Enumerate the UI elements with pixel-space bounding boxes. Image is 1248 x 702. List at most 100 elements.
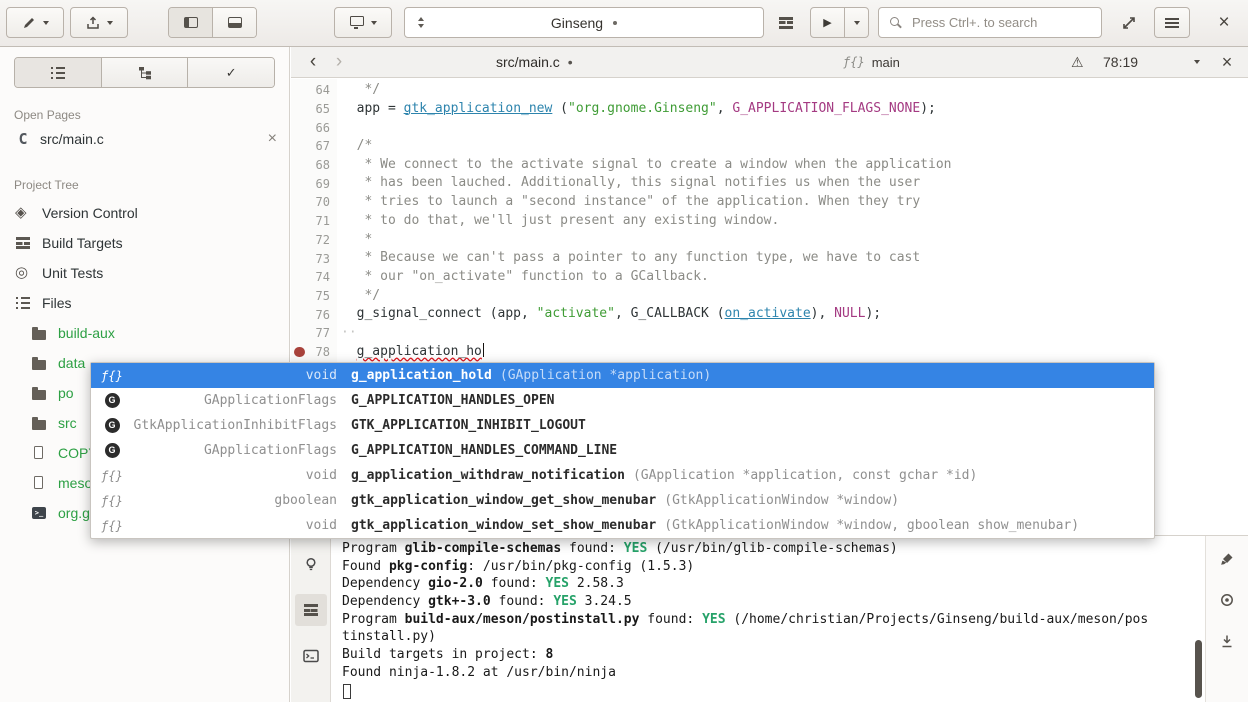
code-segment: * bbox=[341, 232, 372, 247]
tree-item-unit-tests[interactable]: Unit Tests bbox=[0, 258, 289, 288]
code-segment: */ bbox=[341, 82, 380, 97]
code-segment: * has been lauched. Additionally, this s… bbox=[341, 175, 920, 190]
diagnostics-panel-button[interactable] bbox=[295, 548, 327, 580]
run-options-button[interactable] bbox=[844, 8, 868, 37]
fullscreen-button[interactable] bbox=[1112, 7, 1146, 38]
test-icon bbox=[14, 258, 32, 288]
gutter-line: 64 bbox=[291, 81, 337, 100]
line-number: 67 bbox=[316, 139, 330, 153]
device-selector-button[interactable] bbox=[334, 7, 392, 38]
tree-item-version-control[interactable]: Version Control bbox=[0, 198, 289, 228]
build-bricks-icon bbox=[779, 17, 793, 29]
output-segment: (/usr/bin/glib-compile-schemas) bbox=[647, 541, 897, 556]
output-segment: Found ninja-1.8.2 at /usr/bin/ninja bbox=[342, 665, 616, 680]
menu-button[interactable] bbox=[1154, 7, 1190, 38]
global-search[interactable] bbox=[878, 7, 1102, 38]
line-number: 72 bbox=[316, 233, 330, 247]
transfers-panel-button[interactable] bbox=[1214, 628, 1240, 654]
code-segment: * We connect to the activate signal to c… bbox=[341, 157, 951, 172]
tree-item-files[interactable]: Files bbox=[0, 288, 289, 318]
tree-item-build-aux[interactable]: build-aux bbox=[0, 318, 289, 348]
completion-item[interactable]: ƒ{}gbooleangtk_application_window_get_sh… bbox=[91, 488, 1154, 513]
completion-item[interactable]: ƒ{}voidgtk_application_window_set_show_m… bbox=[91, 513, 1154, 538]
code-line: */ bbox=[341, 287, 1248, 306]
chevron-down-icon bbox=[107, 21, 113, 25]
code-line: */ bbox=[341, 81, 1248, 100]
return-type: void bbox=[125, 518, 337, 533]
run-button[interactable]: ▶ bbox=[811, 8, 844, 37]
function-icon: ƒ{} bbox=[99, 363, 125, 388]
search-input[interactable] bbox=[910, 14, 1091, 31]
tree-item-build-targets[interactable]: Build Targets bbox=[0, 228, 289, 258]
completion-item[interactable]: GGApplicationFlagsG_APPLICATION_HANDLES_… bbox=[91, 388, 1154, 413]
build-button[interactable] bbox=[768, 7, 804, 38]
toggle-left-panel-button[interactable] bbox=[169, 8, 212, 37]
return-type: void bbox=[125, 468, 337, 483]
code-segment: NULL bbox=[834, 306, 865, 321]
diagnostics-warning-icon[interactable]: ⚠ bbox=[1071, 47, 1084, 77]
terminal-panel-button[interactable] bbox=[295, 640, 327, 672]
code-segment: * to do that, we'll just present any exi… bbox=[341, 213, 779, 228]
build-output[interactable]: Program glib-compile-schemas found: YES … bbox=[332, 536, 1204, 702]
line-number: 65 bbox=[316, 102, 330, 116]
line-number: 76 bbox=[316, 308, 330, 322]
code-segment: * Because we can't pass a pointer to any… bbox=[341, 250, 920, 265]
output-scrollbar[interactable] bbox=[1195, 640, 1202, 698]
completion-item[interactable]: ƒ{}voidg_application_withdraw_notificati… bbox=[91, 463, 1154, 488]
close-editor-button[interactable]: × bbox=[1215, 47, 1239, 77]
enum-icon: G bbox=[105, 443, 120, 458]
open-page-item[interactable]: C src/main.c × bbox=[0, 124, 289, 154]
code-line: * We connect to the activate signal to c… bbox=[341, 156, 1248, 175]
gutter-line: 67 bbox=[291, 137, 337, 156]
line-number: 78 bbox=[316, 345, 330, 359]
code-segment: ( bbox=[709, 306, 725, 321]
output-line: Program build-aux/meson/postinstall.py f… bbox=[342, 611, 1204, 629]
document-title: src/main.c bbox=[496, 54, 560, 70]
gutter-line: 71 bbox=[291, 212, 337, 231]
code-line bbox=[341, 118, 1248, 137]
code-segment: on_activate bbox=[725, 306, 811, 321]
completion-item[interactable]: GGtkApplicationInhibitFlagsGTK_APPLICATI… bbox=[91, 413, 1154, 438]
history-forward-button[interactable]: › bbox=[327, 47, 351, 77]
symbols-panel-button[interactable] bbox=[1214, 587, 1240, 613]
edit-profile-button[interactable] bbox=[6, 7, 64, 38]
function-icon: ƒ{} bbox=[99, 513, 125, 538]
return-type: GtkApplicationInhibitFlags bbox=[125, 418, 337, 433]
tree-icon bbox=[138, 66, 152, 80]
output-segment: build-aux/meson/postinstall.py bbox=[405, 612, 640, 627]
gutter-line: 65 bbox=[291, 100, 337, 119]
bottom-panel: Program glib-compile-schemas found: YES … bbox=[291, 535, 1248, 702]
code-line: g_application_ho bbox=[341, 343, 1248, 362]
code-segment: ·· bbox=[341, 325, 357, 340]
export-button[interactable] bbox=[70, 7, 128, 38]
history-back-button[interactable]: ‹ bbox=[301, 47, 325, 77]
lightbulb-icon bbox=[304, 557, 318, 571]
theme-panel-button[interactable] bbox=[1214, 546, 1240, 572]
code-segment: ); bbox=[865, 306, 881, 321]
symbol-indicator[interactable]: ƒ{} main bbox=[843, 47, 900, 77]
c-file-icon: C bbox=[14, 130, 32, 148]
close-page-icon[interactable]: × bbox=[268, 131, 277, 147]
completion-item[interactable]: GGApplicationFlagsG_APPLICATION_HANDLES_… bbox=[91, 438, 1154, 463]
export-icon bbox=[86, 16, 100, 30]
chevron-down-icon bbox=[854, 21, 860, 25]
folder-icon bbox=[30, 348, 48, 378]
output-segment: 3.24.5 bbox=[577, 594, 632, 609]
build-output-panel-button[interactable] bbox=[295, 594, 327, 626]
search-icon bbox=[889, 16, 902, 29]
sidebar-tab-tree[interactable] bbox=[101, 58, 188, 87]
sidebar-tab-checks[interactable]: ✓ bbox=[187, 58, 274, 87]
omnibar-project-button[interactable]: Ginseng bbox=[404, 7, 764, 38]
text-cursor bbox=[483, 343, 485, 357]
symbol-params: (GtkApplicationWindow *window) bbox=[664, 493, 899, 508]
code-line: g_signal_connect (app, "activate", G_CAL… bbox=[341, 305, 1248, 324]
editor-options-button[interactable] bbox=[1187, 47, 1207, 77]
toggle-bottom-panel-button[interactable] bbox=[212, 8, 256, 37]
document-title-group: src/main.c • bbox=[496, 47, 573, 77]
line-number: 66 bbox=[316, 121, 330, 135]
close-window-button[interactable]: × bbox=[1208, 7, 1240, 38]
sidebar-tab-pages[interactable] bbox=[15, 58, 101, 87]
code-line: * Because we can't pass a pointer to any… bbox=[341, 249, 1248, 268]
output-segment: found: bbox=[639, 612, 702, 627]
completion-item[interactable]: ƒ{}voidg_application_hold(GApplication *… bbox=[91, 363, 1154, 388]
